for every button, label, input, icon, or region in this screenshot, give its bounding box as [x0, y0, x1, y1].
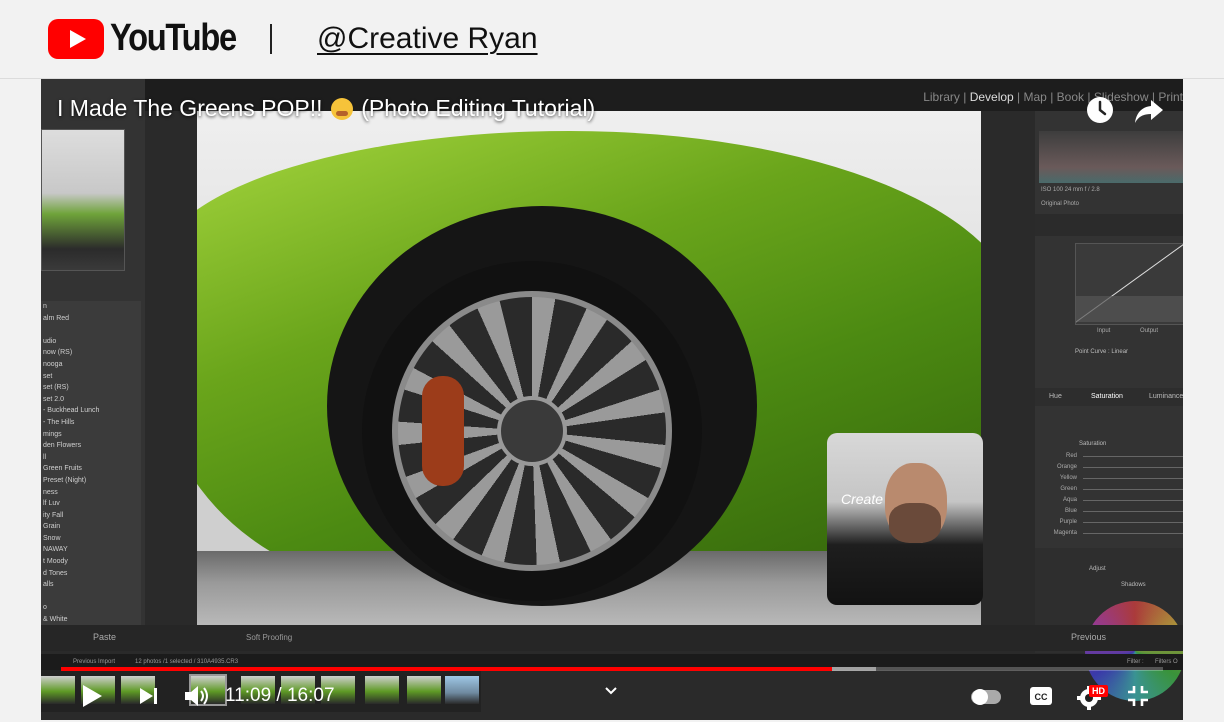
preset-item: n [43, 303, 47, 310]
share-icon[interactable] [1134, 98, 1164, 124]
hsl-slider-orange: Orange [1045, 462, 1183, 473]
preset-item [41, 591, 141, 603]
module-map: Map [1023, 90, 1047, 104]
hsl-tabs: Hue Saturation Luminance [1035, 388, 1183, 406]
neon-sign: Create [841, 491, 884, 507]
autoplay-toggle[interactable] [971, 689, 1001, 705]
develop-tool-strip [1035, 214, 1183, 236]
preset-item: NAWAY [43, 546, 68, 554]
wheel-hub [497, 396, 567, 466]
preset-item: Grain [43, 523, 61, 531]
point-curve-label: Point Curve : Linear [1075, 349, 1129, 355]
presenter-webcam: Create [827, 433, 983, 605]
previous-label: Previous [1071, 632, 1107, 642]
module-develop: Develop [969, 90, 1014, 104]
filmstrip-thumb [407, 676, 441, 704]
lightroom-left-panel: n alm Red udio now (RS) nooga set set (RS) set … [41, 79, 145, 649]
module-book: Book [1056, 90, 1085, 104]
time-display: 11:09 / 16:07 [225, 685, 335, 706]
preset-item: set 2.0 [43, 395, 65, 403]
volume-icon[interactable] [183, 681, 211, 711]
preset-item: Preset (Night) [43, 476, 87, 484]
next-icon[interactable] [137, 681, 161, 711]
hsl-slider-red: Red [1045, 451, 1183, 462]
preset-item: Snow [43, 534, 61, 542]
tone-curve [1075, 243, 1183, 325]
module-library: Library [923, 90, 960, 104]
hsl-tab-luminance: Luminance [1149, 393, 1183, 400]
soft-proofing-label: Soft Proofing [246, 633, 293, 642]
histogram-meta: ISO 100 24 mm f / 2.8 [1041, 187, 1100, 193]
histogram [1039, 131, 1183, 183]
adjust-label: Adjust [1089, 566, 1106, 572]
hsl-slider-purple: Purple [1045, 517, 1183, 528]
shadows-label: Shadows [1121, 582, 1146, 588]
preset-item: ness [43, 488, 58, 496]
youtube-logo-icon[interactable] [48, 19, 104, 59]
video-title[interactable]: I Made The Greens POP!! (Photo Editing T… [57, 95, 595, 122]
preset-item: mings [43, 430, 62, 438]
hsl-slider-yellow: Yellow [1045, 473, 1183, 484]
preset-item: den Flowers [43, 442, 82, 450]
preset-item: now (RS) [43, 349, 73, 357]
preset-item: alls [43, 581, 54, 589]
hsl-sliders: Red Orange Yellow Green Aqua Blue Purple Magent… [1045, 451, 1183, 539]
hsl-slider-blue: Blue [1045, 506, 1183, 517]
site-header: YouTube @Creative Ryan [0, 0, 1224, 79]
chevron-down-icon[interactable] [603, 683, 619, 699]
preset-item [41, 324, 141, 336]
saturation-heading: Saturation [1079, 441, 1107, 447]
lightroom-toolbar: Paste Soft Proofing Previous [41, 625, 1183, 651]
progress-bar[interactable] [61, 667, 1163, 671]
filmstrip-thumb [365, 676, 399, 704]
hsl-slider-green: Green [1045, 484, 1183, 495]
watch-later-icon[interactable] [1086, 96, 1114, 124]
preset-item: o [43, 604, 47, 612]
preset-item: - Buckhead Lunch [43, 407, 100, 415]
svg-text:CC: CC [1035, 692, 1048, 702]
preset-item: udio [43, 337, 57, 345]
youtube-wordmark[interactable]: YouTube [110, 17, 237, 60]
preset-list: n alm Red udio now (RS) nooga set set (RS) set … [41, 301, 141, 631]
preset-item: - The Hills [43, 418, 75, 426]
hd-badge: HD [1089, 685, 1108, 697]
preset-item: Green Fruits [43, 465, 82, 473]
played-bar [61, 667, 833, 671]
navigator-thumbnail [41, 129, 125, 271]
preset-item: ity Fall [43, 511, 64, 519]
lightroom-right-panel: ISO 100 24 mm f / 2.8 Original Photo Inp… [1035, 111, 1183, 701]
preset-item: nooga [43, 360, 63, 368]
presenter-beard [889, 503, 941, 543]
preset-item: t Moody [43, 558, 68, 566]
flushed-face-emoji-icon [330, 98, 353, 120]
exit-fullscreen-icon[interactable] [1127, 685, 1149, 707]
hsl-tab-saturation: Saturation [1091, 393, 1123, 400]
preset-item: lf Luv [43, 500, 60, 508]
channel-handle[interactable]: @Creative Ryan [317, 22, 538, 56]
preset-item: alm Red [43, 314, 70, 322]
hsl-slider-aqua: Aqua [1045, 495, 1183, 506]
preset-item: set (RS) [43, 384, 69, 392]
video-player[interactable]: Library | Develop | Map | Book | Slidesh… [41, 79, 1183, 720]
hsl-slider-magenta: Magenta [1045, 528, 1183, 539]
original-photo-label: Original Photo [1041, 201, 1080, 207]
closed-captions-icon[interactable]: CC [1029, 686, 1053, 706]
preset-item: d Tones [43, 569, 68, 577]
preset-item: ll [43, 453, 47, 461]
header-divider [270, 24, 272, 54]
brake-caliper [422, 376, 464, 486]
curve-io-labels: Input Output [1097, 328, 1159, 334]
filmstrip-thumb [445, 676, 479, 704]
hsl-tab-hue: Hue [1049, 393, 1062, 400]
filmstrip-thumb [41, 676, 75, 704]
play-icon[interactable] [79, 681, 105, 711]
preset-item: & White [43, 616, 68, 624]
paste-label: Paste [93, 632, 117, 642]
preset-item: set [43, 372, 53, 380]
